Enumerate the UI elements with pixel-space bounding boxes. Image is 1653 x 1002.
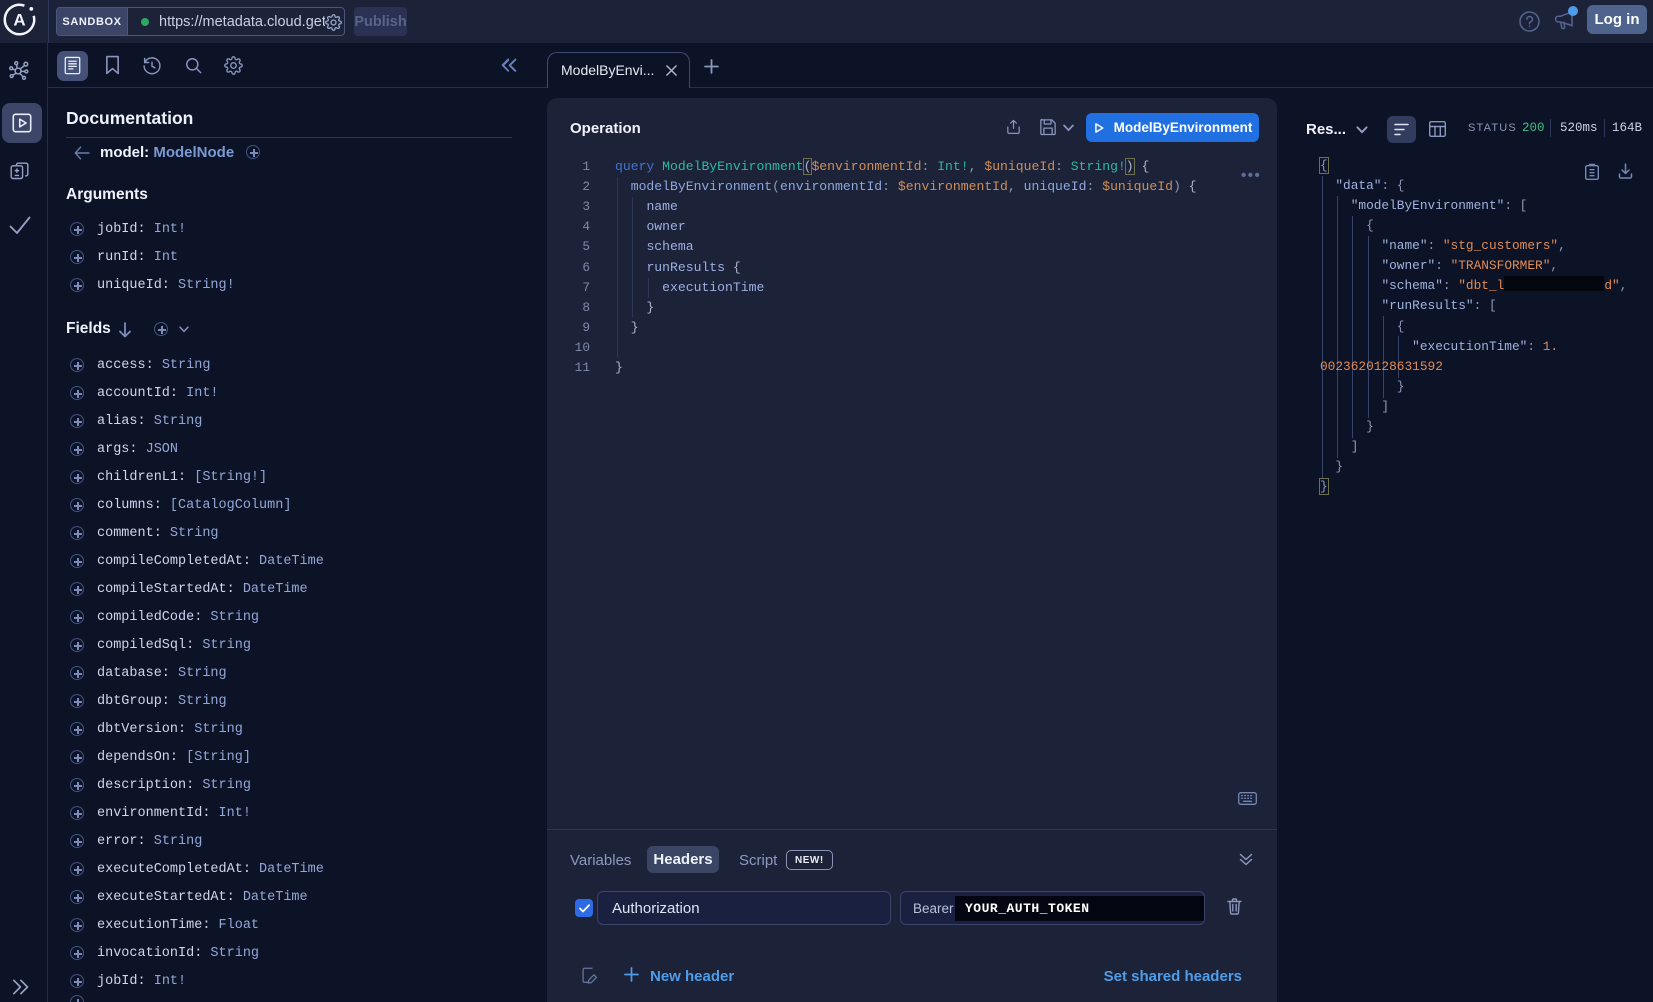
svg-text:A: A bbox=[13, 11, 25, 30]
